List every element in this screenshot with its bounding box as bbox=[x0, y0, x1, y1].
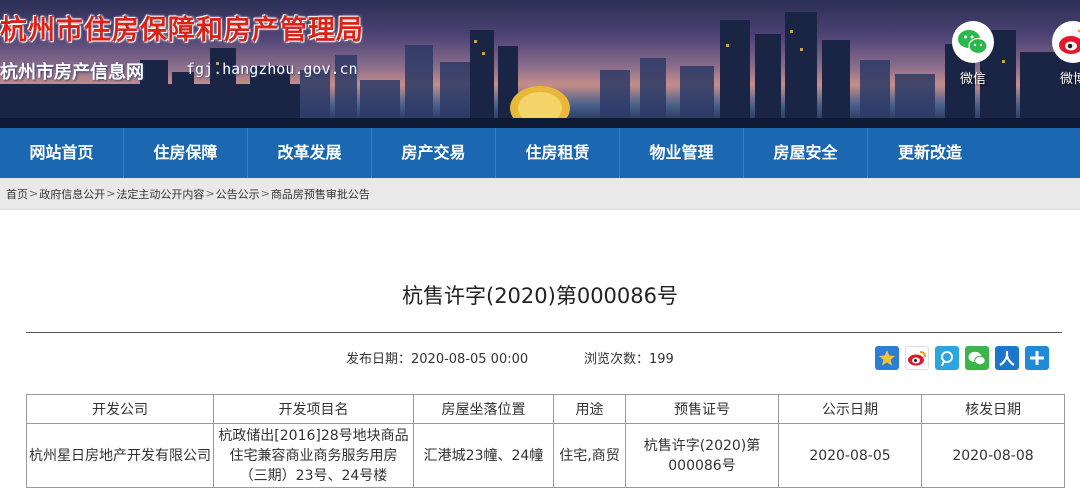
project-name-cell: 杭政储出[2016]28号地块商品住宅兼容商业商务服务用房（三期）23号、24号… bbox=[213, 423, 414, 488]
breadcrumb-separator: > bbox=[205, 187, 215, 200]
breadcrumb-gov-info[interactable]: 政府信息公开 bbox=[39, 186, 105, 202]
issue-date-cell: 2020-08-08 bbox=[921, 423, 1065, 488]
wechat-icon[interactable] bbox=[965, 346, 989, 370]
column-header: 预售证号 bbox=[625, 394, 779, 424]
column-header: 房屋坐落位置 bbox=[413, 394, 554, 424]
qzone-icon[interactable] bbox=[875, 346, 899, 370]
breadcrumb-separator: > bbox=[106, 187, 116, 200]
site-url[interactable]: fgj.hangzhou.gov.cn bbox=[186, 60, 358, 78]
weibo-icon[interactable] bbox=[905, 346, 929, 370]
column-header: 核发日期 bbox=[921, 394, 1065, 424]
publicity-date-cell: 2020-08-05 bbox=[778, 423, 922, 488]
tencent-weibo-icon[interactable] bbox=[935, 346, 959, 370]
breadcrumb-separator: > bbox=[29, 187, 39, 200]
header-banner: 杭州市住房保障和房产管理局 杭州市房产信息网 fgj.hangzhou.gov.… bbox=[0, 0, 1080, 128]
breadcrumb: 首页 > 政府信息公开 > 法定主动公开内容 > 公告公示 > 商品房预售审批公… bbox=[0, 178, 1080, 210]
column-header: 用途 bbox=[553, 394, 626, 424]
nav-item-housing-safety[interactable]: 房屋安全 bbox=[744, 128, 868, 178]
nav-item-property-management[interactable]: 物业管理 bbox=[620, 128, 744, 178]
table-row: 杭州星日房地产开发有限公司 杭政储出[2016]28号地块商品住宅兼容商业商务服… bbox=[26, 423, 1065, 488]
weibo-icon bbox=[1052, 21, 1080, 63]
wechat-label: 微信 bbox=[959, 72, 986, 87]
more-icon[interactable] bbox=[1025, 346, 1049, 370]
developer-cell: 杭州星日房地产开发有限公司 bbox=[26, 423, 214, 488]
site-title: 杭州市住房保障和房产管理局 bbox=[0, 15, 364, 46]
title-divider bbox=[26, 332, 1062, 333]
wechat-icon bbox=[952, 21, 994, 63]
breadcrumb-presale-approval[interactable]: 商品房预售审批公告 bbox=[271, 186, 370, 202]
table-header-row: 开发公司 开发项目名 房屋坐落位置 用途 预售证号 公示日期 核发日期 bbox=[26, 394, 1065, 424]
column-header: 开发公司 bbox=[26, 394, 214, 424]
permit-number-cell: 杭售许字(2020)第000086号 bbox=[625, 423, 779, 488]
breadcrumb-separator: > bbox=[260, 187, 270, 200]
nav-item-home[interactable]: 网站首页 bbox=[0, 128, 124, 178]
weibo-label: 微博 bbox=[1059, 72, 1080, 87]
location-cell: 汇港城23幢、24幢 bbox=[413, 423, 554, 488]
weibo-link[interactable]: 微博 bbox=[1048, 20, 1080, 87]
nav-item-housing-security[interactable]: 住房保障 bbox=[124, 128, 248, 178]
nav-item-reform[interactable]: 改革发展 bbox=[248, 128, 372, 178]
publish-date: 发布日期：2020-08-05 00:00 bbox=[346, 352, 529, 367]
wechat-link[interactable]: 微信 bbox=[948, 20, 998, 87]
article-title: 杭售许字(2020)第000086号 bbox=[402, 284, 678, 308]
site-subtitle: 杭州市房产信息网 bbox=[0, 62, 144, 83]
main-nav: 网站首页 住房保障 改革发展 房产交易 住房租赁 物业管理 房屋安全 更新改造 bbox=[0, 128, 1080, 178]
nav-item-property-trade[interactable]: 房产交易 bbox=[372, 128, 496, 178]
nav-item-rental[interactable]: 住房租赁 bbox=[496, 128, 620, 178]
usage-cell: 住宅,商贸 bbox=[553, 423, 626, 488]
view-count: 浏览次数：199 bbox=[584, 352, 674, 367]
renren-icon[interactable] bbox=[995, 346, 1019, 370]
breadcrumb-home[interactable]: 首页 bbox=[6, 186, 28, 202]
breadcrumb-announcements[interactable]: 公告公示 bbox=[216, 186, 260, 202]
column-header: 公示日期 bbox=[778, 394, 922, 424]
nav-item-renewal[interactable]: 更新改造 bbox=[868, 128, 992, 178]
presale-info-table: 开发公司 开发项目名 房屋坐落位置 用途 预售证号 公示日期 核发日期 杭州星日… bbox=[26, 394, 1065, 488]
column-header: 开发项目名 bbox=[213, 394, 414, 424]
breadcrumb-legal-disclosure[interactable]: 法定主动公开内容 bbox=[116, 186, 204, 202]
share-toolbar bbox=[875, 346, 1049, 370]
